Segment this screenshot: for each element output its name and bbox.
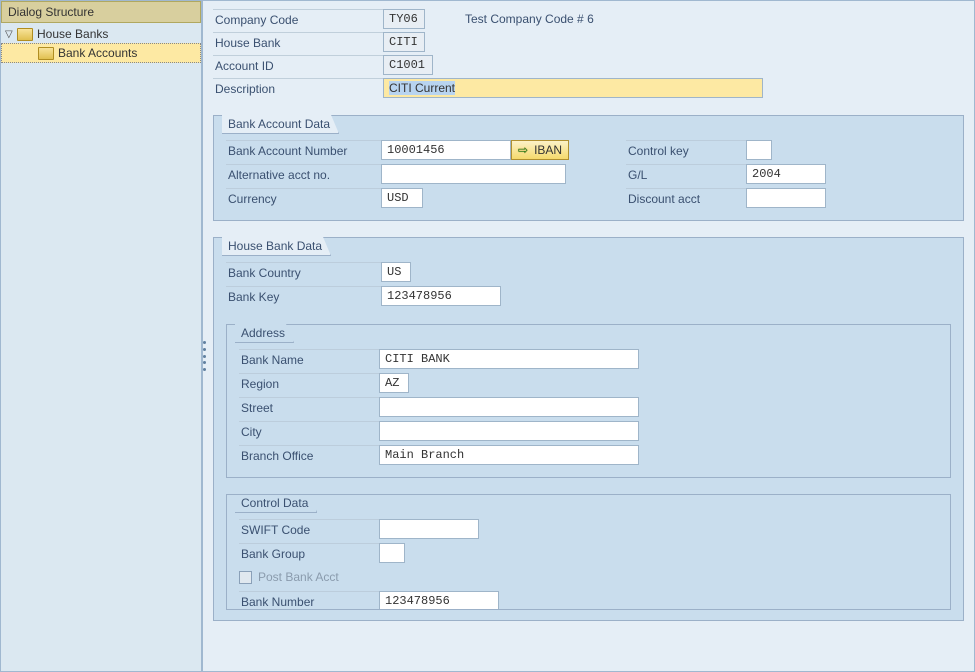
row-company-code: Company Code TY06 Test Company Code # 6 — [213, 8, 964, 30]
group-address: Address Bank Name CITI BANK Region AZ St… — [226, 324, 951, 478]
group-title: Bank Account Data — [222, 115, 339, 134]
company-code-label: Company Code — [213, 9, 383, 30]
control-key-field[interactable] — [746, 140, 772, 160]
alt-acct-label: Alternative acct no. — [226, 164, 381, 185]
company-code-field[interactable]: TY06 — [383, 9, 425, 29]
region-label: Region — [239, 373, 379, 394]
tree-toggle-icon[interactable]: ▽ — [5, 29, 17, 40]
bank-key-field[interactable]: 123478956 — [381, 286, 501, 306]
bank-name-field[interactable]: CITI BANK — [379, 349, 639, 369]
bank-number-field[interactable]: 123478956 — [379, 591, 499, 610]
tree-item-label: Bank Accounts — [58, 46, 137, 60]
post-bank-acct-label: Post Bank Acct — [258, 570, 339, 584]
main-panel: Company Code TY06 Test Company Code # 6 … — [203, 1, 974, 671]
tree-item-label: House Banks — [37, 27, 108, 41]
tree-item-house-banks[interactable]: ▽ House Banks — [1, 25, 201, 43]
group-bank-account-data: Bank Account Data Bank Account Number 10… — [213, 115, 964, 221]
row-account-id: Account ID C1001 — [213, 54, 964, 76]
account-id-label: Account ID — [213, 55, 383, 76]
currency-label: Currency — [226, 188, 381, 209]
branch-office-field[interactable]: Main Branch — [379, 445, 639, 465]
bank-account-number-field[interactable]: 10001456 — [381, 140, 511, 160]
bank-group-label: Bank Group — [239, 543, 379, 564]
post-bank-acct-checkbox[interactable] — [239, 571, 252, 584]
tree: ▽ House Banks Bank Accounts — [1, 23, 201, 65]
group-title: Control Data — [235, 494, 317, 513]
bank-group-field[interactable] — [379, 543, 405, 563]
region-field[interactable]: AZ — [379, 373, 409, 393]
alt-acct-field[interactable] — [381, 164, 566, 184]
group-control-data: Control Data SWIFT Code Bank Group Po — [226, 494, 951, 610]
street-label: Street — [239, 397, 379, 418]
account-id-field[interactable]: C1001 — [383, 55, 433, 75]
arrow-right-icon: ⇨ — [518, 143, 528, 157]
swift-code-field[interactable] — [379, 519, 479, 539]
folder-open-icon — [38, 47, 54, 60]
gl-label: G/L — [626, 164, 746, 185]
bank-number-label: Bank Number — [239, 591, 379, 611]
city-label: City — [239, 421, 379, 442]
discount-acct-label: Discount acct — [626, 188, 746, 209]
group-title: Address — [235, 324, 294, 343]
gl-field[interactable]: 2004 — [746, 164, 826, 184]
bank-country-field[interactable]: US — [381, 262, 411, 282]
description-label: Description — [213, 78, 383, 99]
currency-field[interactable]: USD — [381, 188, 423, 208]
app-container: Dialog Structure ▽ House Banks Bank Acco… — [0, 0, 975, 672]
house-bank-field[interactable]: CITI — [383, 32, 425, 52]
bank-name-label: Bank Name — [239, 349, 379, 370]
company-text: Test Company Code # 6 — [465, 12, 594, 26]
group-house-bank-data: House Bank Data Bank Country US Bank Key… — [213, 237, 964, 621]
iban-button[interactable]: ⇨ IBAN — [511, 140, 569, 160]
branch-office-label: Branch Office — [239, 445, 379, 466]
street-field[interactable] — [379, 397, 639, 417]
bank-account-number-label: Bank Account Number — [226, 140, 381, 161]
description-field[interactable]: CITI Current — [383, 78, 763, 98]
tree-item-bank-accounts[interactable]: Bank Accounts — [1, 43, 201, 63]
iban-button-label: IBAN — [534, 143, 562, 157]
bank-key-label: Bank Key — [226, 286, 381, 307]
house-bank-label: House Bank — [213, 32, 383, 53]
folder-icon — [17, 28, 33, 41]
city-field[interactable] — [379, 421, 639, 441]
swift-code-label: SWIFT Code — [239, 519, 379, 540]
bank-country-label: Bank Country — [226, 262, 381, 283]
row-house-bank: House Bank CITI — [213, 31, 964, 53]
splitter-handle[interactable] — [203, 341, 207, 371]
control-key-label: Control key — [626, 140, 746, 161]
discount-acct-field[interactable] — [746, 188, 826, 208]
sidebar: Dialog Structure ▽ House Banks Bank Acco… — [1, 1, 203, 671]
sidebar-title: Dialog Structure — [1, 1, 201, 23]
row-description: Description CITI Current — [213, 77, 964, 99]
group-title: House Bank Data — [222, 237, 331, 256]
